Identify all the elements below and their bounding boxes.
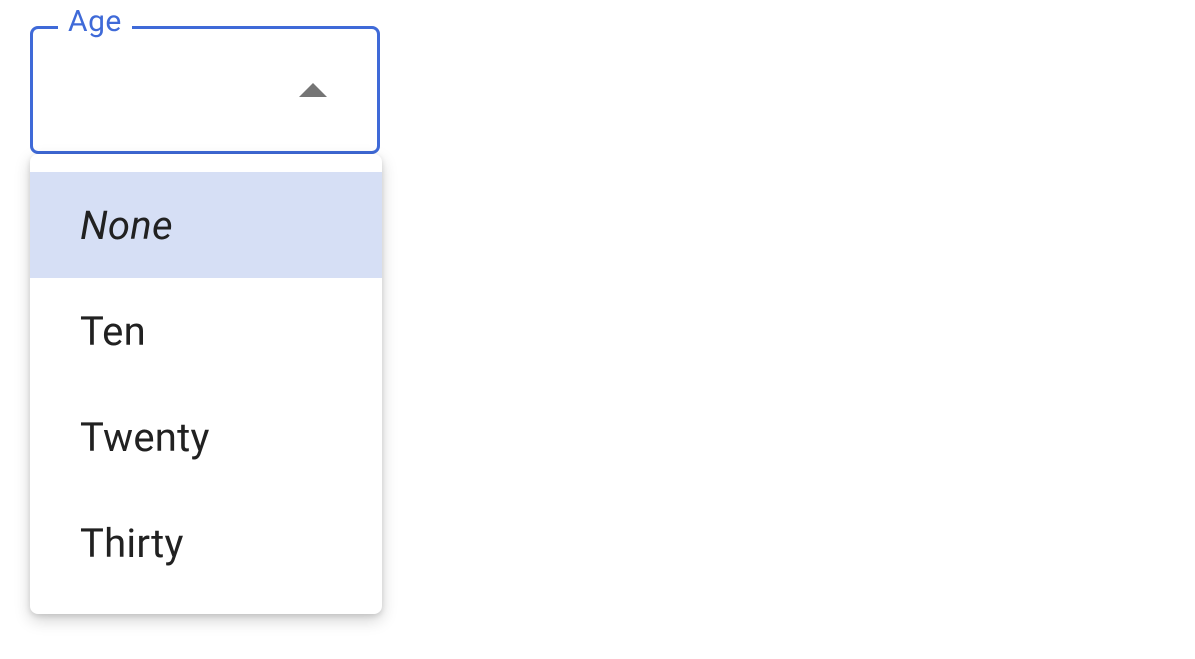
age-select[interactable]: [30, 26, 380, 154]
menu-item-label: Twenty: [80, 414, 210, 461]
menu-item-label: Ten: [80, 308, 146, 355]
age-form-control: Age: [30, 26, 380, 154]
select-label: Age: [68, 4, 122, 39]
menu-item-twenty[interactable]: Twenty: [30, 384, 382, 490]
menu-item-ten[interactable]: Ten: [30, 278, 382, 384]
menu-item-label: Thirty: [80, 520, 184, 567]
menu-item-none[interactable]: None: [30, 172, 382, 278]
menu-item-thirty[interactable]: Thirty: [30, 490, 382, 596]
select-label-container: Age: [58, 4, 132, 39]
select-menu: None Ten Twenty Thirty: [30, 154, 382, 614]
menu-item-label: None: [80, 202, 173, 249]
arrow-drop-up-icon: [299, 83, 327, 97]
